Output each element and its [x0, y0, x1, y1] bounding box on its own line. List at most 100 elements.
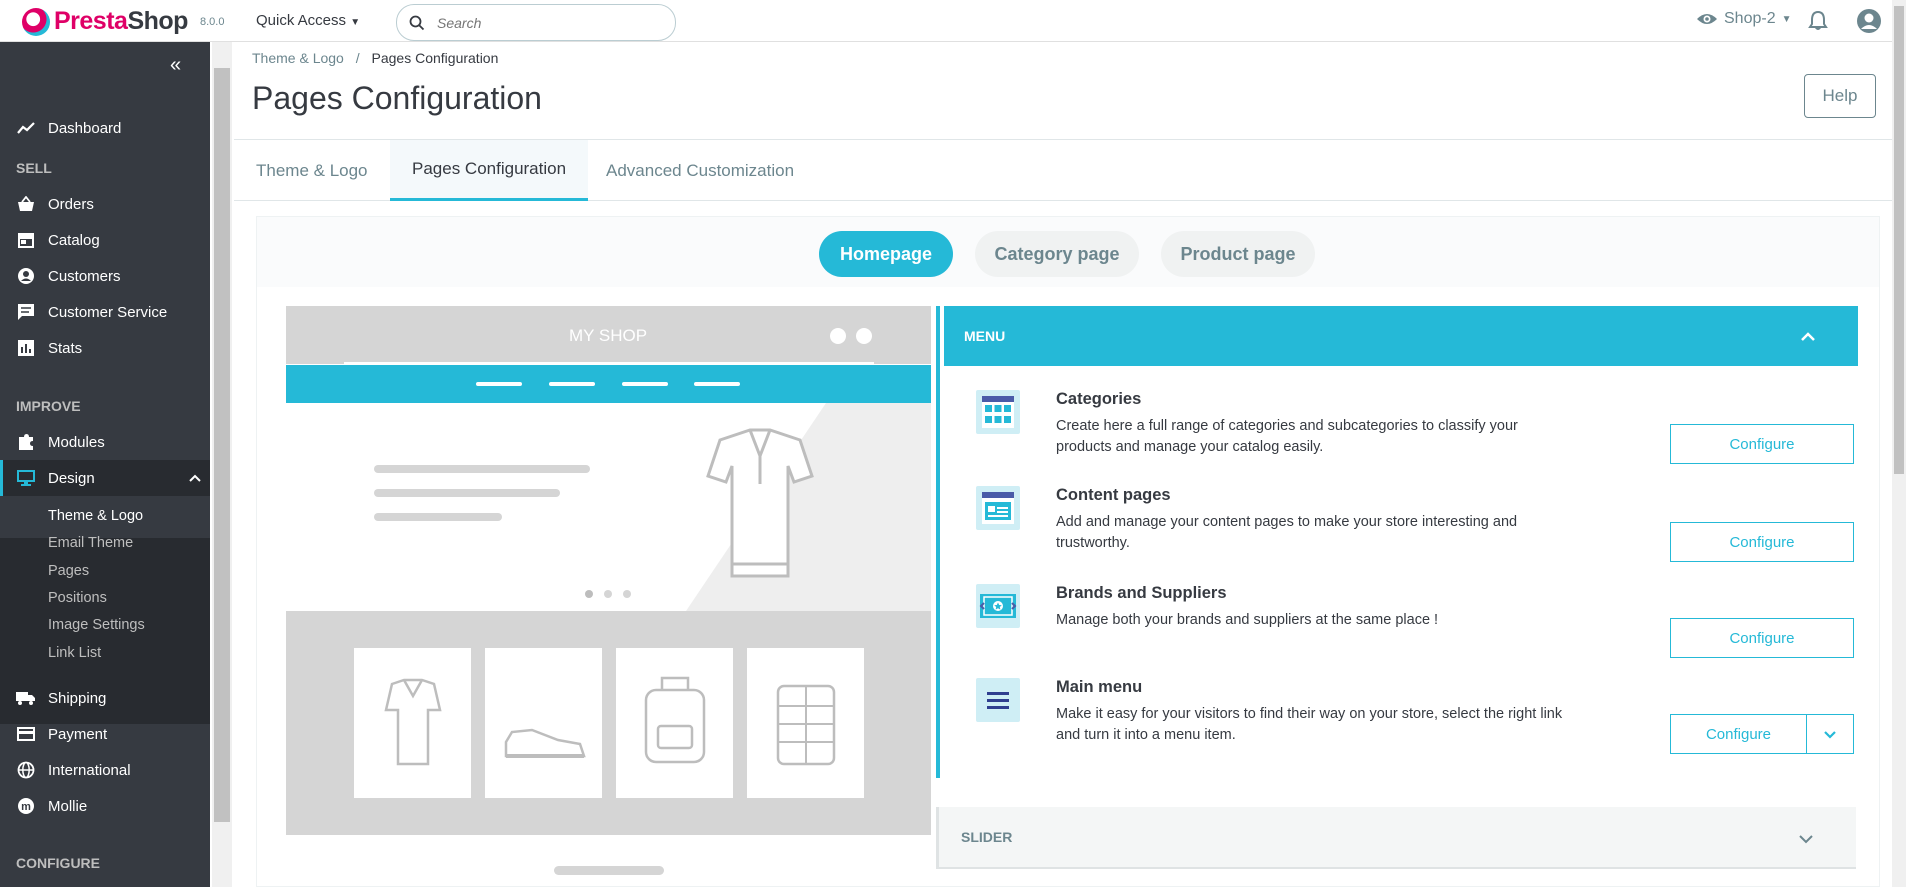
sidebar-item-catalog[interactable]: Catalog — [0, 222, 210, 258]
brand-name: PrestaShop — [54, 7, 188, 35]
sidebar-subitem-link-list[interactable]: Link List — [48, 645, 101, 661]
sidebar-subitem-positions[interactable]: Positions — [48, 590, 107, 606]
globe-icon — [16, 761, 36, 779]
menu-heading: MENU — [964, 328, 1006, 344]
sidebar-subitem-image-settings[interactable]: Image Settings — [48, 617, 145, 633]
sidebar-scrollbar[interactable] — [212, 42, 232, 887]
page-tab-product[interactable]: Product page — [1161, 231, 1315, 277]
breadcrumb-parent-link[interactable]: Theme & Logo — [252, 50, 344, 66]
tab-theme-logo[interactable]: Theme & Logo — [234, 140, 390, 201]
preview-scroll-indicator — [554, 866, 664, 875]
menu-item-title: Content pages — [1056, 486, 1171, 504]
sidebar-label: Stats — [48, 339, 83, 357]
notifications-button[interactable] — [1808, 10, 1828, 37]
sidebar-subitem-theme-logo[interactable]: Theme & Logo — [48, 508, 143, 524]
sidebar-item-shipping[interactable]: Shipping — [0, 680, 210, 716]
sidebar: « Dashboard SELL Orders Catalog Customer… — [0, 42, 210, 887]
sidebar-section-improve: IMPROVE — [16, 398, 81, 414]
chevron-down-icon — [1798, 831, 1814, 847]
sidebar-label: Design — [48, 469, 95, 487]
sidebar-label: International — [48, 761, 131, 779]
menu-accordion-header[interactable]: MENU — [944, 306, 1858, 366]
collapse-sidebar-button[interactable]: « — [170, 54, 181, 77]
search-icon — [409, 15, 425, 30]
top-bar: PrestaShop 8.0.0 Quick Access ▼ Shop-2 ▼ — [0, 0, 1906, 42]
sidebar-item-design[interactable]: Design — [0, 460, 210, 496]
preview-shop-name: MY SHOP — [569, 326, 647, 345]
sidebar-subitem-email-theme[interactable]: Email Theme — [48, 535, 133, 551]
chevron-down-icon — [1824, 730, 1836, 739]
sidebar-item-stats[interactable]: Stats — [0, 330, 210, 366]
menu-item-description: Add and manage your content pages to mak… — [1056, 514, 1518, 551]
eye-icon — [1697, 14, 1717, 24]
page-scrollbar[interactable] — [1892, 0, 1906, 887]
account-circle-icon — [16, 267, 36, 285]
bar-chart-icon — [16, 340, 36, 356]
configure-main-menu-split-button: Configure — [1670, 714, 1854, 754]
sidebar-label: Customers — [48, 267, 121, 285]
page-title: Pages Configuration — [252, 80, 542, 116]
sidebar-item-customer-service[interactable]: Customer Service — [0, 294, 210, 330]
page-tab-homepage[interactable]: Homepage — [819, 231, 953, 277]
content-page-icon — [976, 486, 1020, 530]
menu-item-title: Brands and Suppliers — [1056, 584, 1227, 602]
user-circle-icon — [1857, 9, 1881, 33]
shop-selector[interactable]: Shop-2 ▼ — [1696, 10, 1792, 28]
puzzle-icon — [16, 433, 36, 451]
homepage-preview: MY SHOP — [286, 306, 931, 875]
account-button[interactable] — [1856, 8, 1882, 39]
version-label: 8.0.0 — [200, 16, 225, 28]
configure-brands-suppliers-button[interactable]: Configure — [1670, 618, 1854, 658]
tab-pages-configuration[interactable]: Pages Configuration — [390, 140, 589, 201]
slider-accordion-header[interactable]: SLIDER — [936, 807, 1856, 869]
sidebar-item-mollie[interactable]: m Mollie — [0, 788, 210, 824]
configure-categories-button[interactable]: Configure — [1670, 424, 1854, 464]
menu-item-description: Manage both your brands and suppliers at… — [1056, 612, 1439, 628]
prestashop-logo-icon — [22, 7, 50, 36]
quick-access-label: Quick Access — [256, 12, 347, 29]
scrollbar-thumb[interactable] — [214, 68, 230, 822]
prestashop-logo[interactable]: PrestaShop — [22, 7, 188, 36]
sidebar-item-dashboard[interactable]: Dashboard — [0, 110, 210, 146]
sidebar-item-modules[interactable]: Modules — [0, 424, 210, 460]
menu-item-description: Create here a full range of categories a… — [1056, 418, 1518, 455]
chevron-up-icon — [1800, 328, 1816, 344]
configure-main-menu-dropdown[interactable] — [1807, 715, 1853, 753]
sidebar-subitem-pages[interactable]: Pages — [48, 563, 89, 579]
quick-access-dropdown[interactable]: Quick Access ▼ — [256, 12, 360, 29]
credit-card-icon — [16, 727, 36, 741]
breadcrumb-separator: / — [355, 50, 360, 66]
tab-bar: Theme & Logo Pages Configuration Advance… — [234, 139, 1892, 201]
menu-item-title: Main menu — [1056, 678, 1143, 696]
bell-icon — [1808, 10, 1828, 30]
caret-down-icon: ▼ — [1781, 13, 1792, 25]
page-type-selector: Homepage Category page Product page — [257, 217, 1879, 287]
search-input[interactable] — [437, 14, 637, 31]
chat-icon — [16, 303, 36, 321]
trending-up-icon — [16, 121, 36, 135]
sidebar-label: Mollie — [48, 797, 88, 815]
configure-content-pages-button[interactable]: Configure — [1670, 522, 1854, 562]
help-button[interactable]: Help — [1804, 74, 1876, 118]
mollie-icon: m — [16, 797, 36, 815]
sidebar-item-international[interactable]: International — [0, 752, 210, 788]
page-tab-category[interactable]: Category page — [975, 231, 1139, 277]
sidebar-label: Dashboard — [48, 119, 122, 137]
shop-name: Shop-2 — [1724, 10, 1776, 27]
sidebar-item-customers[interactable]: Customers — [0, 258, 210, 294]
sidebar-section-configure: CONFIGURE — [16, 855, 100, 871]
configure-main-menu-button[interactable]: Configure — [1671, 715, 1807, 753]
homepage-preview-illustration: MY SHOP — [286, 306, 931, 875]
tab-advanced-customization[interactable]: Advanced Customization — [584, 140, 816, 201]
breadcrumb-current: Pages Configuration — [371, 50, 499, 66]
sidebar-label: Orders — [48, 195, 94, 213]
store-icon — [16, 232, 36, 248]
scrollbar-thumb[interactable] — [1894, 6, 1904, 474]
sidebar-item-payment[interactable]: Payment — [0, 716, 210, 752]
sidebar-item-orders[interactable]: Orders — [0, 186, 210, 222]
sidebar-label: Customer Service — [48, 303, 168, 321]
brand-ticket-icon — [976, 584, 1020, 628]
search-box[interactable] — [396, 4, 676, 41]
truck-icon — [16, 691, 36, 705]
svg-text:m: m — [21, 801, 31, 813]
